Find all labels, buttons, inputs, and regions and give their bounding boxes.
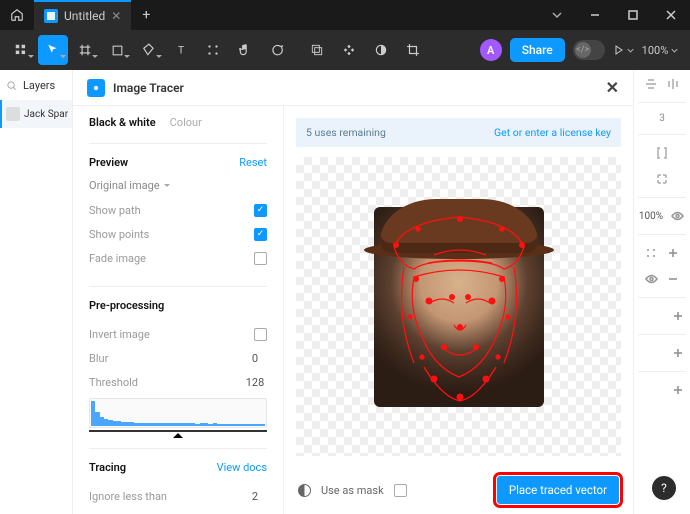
layers-panel: Layers Jack Spar	[0, 70, 73, 514]
reset-link[interactable]: Reset	[239, 156, 267, 169]
crop-tool[interactable]	[398, 35, 428, 65]
license-link[interactable]: Get or enter a license key	[494, 126, 611, 139]
show-path-label: Show path	[89, 204, 141, 217]
main-menu-button[interactable]	[6, 35, 36, 65]
eye-icon[interactable]	[669, 208, 685, 224]
text-tool[interactable]: T	[166, 35, 196, 65]
layer-name: Jack Spar	[24, 109, 68, 120]
traced-image	[374, 207, 544, 407]
svg-text:T: T	[178, 44, 185, 57]
threshold-slider[interactable]	[89, 430, 267, 432]
view-docs-link[interactable]: View docs	[217, 461, 267, 474]
tab-title: Untitled	[64, 9, 105, 23]
window-maximize[interactable]	[614, 0, 652, 30]
opacity-value[interactable]: 100%	[639, 211, 663, 222]
frame-tool[interactable]	[70, 35, 100, 65]
tracer-icon	[87, 79, 105, 97]
document-tab[interactable]: Untitled ✕	[34, 0, 131, 30]
bracket-icon[interactable]	[654, 145, 670, 161]
blur-label: Blur	[89, 352, 108, 365]
preview-pane: 5 uses remaining Get or enter a license …	[283, 106, 633, 514]
mask-mode-icon	[298, 484, 311, 497]
resources-tool[interactable]	[198, 35, 228, 65]
trace-overlay-icon	[374, 207, 544, 407]
original-image-dropdown[interactable]: Original image	[89, 179, 267, 192]
present-button[interactable]	[613, 44, 634, 56]
license-remaining: 5 uses remaining	[306, 126, 386, 139]
boolean-tool[interactable]	[302, 35, 332, 65]
dev-mode-toggle[interactable]: </>	[573, 40, 605, 60]
num-value: 3	[659, 113, 665, 124]
doc-icon	[44, 9, 58, 23]
preview-section-title: Preview	[89, 156, 128, 169]
window-minimize[interactable]	[576, 0, 614, 30]
threshold-label: Threshold	[89, 376, 138, 389]
dots-icon[interactable]	[643, 245, 659, 261]
threshold-value[interactable]: 128	[243, 376, 267, 389]
close-tab-icon[interactable]: ✕	[111, 9, 121, 23]
plus-icon-2[interactable]	[670, 308, 686, 324]
plus-icon[interactable]	[665, 245, 681, 261]
hand-tool[interactable]	[230, 35, 260, 65]
image-tracer-modal: Image Tracer ✕ Black & white Colour Prev…	[73, 70, 633, 514]
place-traced-vector-button[interactable]: Place traced vector	[497, 476, 619, 504]
align-icon-2[interactable]	[665, 76, 681, 92]
use-as-mask-checkbox[interactable]	[394, 484, 407, 497]
plus-icon-4[interactable]	[670, 382, 686, 398]
properties-panel: 3 100%	[633, 70, 690, 514]
layer-thumb-icon	[6, 107, 20, 121]
tracer-settings: Black & white Colour Preview Reset Origi…	[73, 106, 283, 514]
comment-tool[interactable]	[262, 35, 292, 65]
layer-item[interactable]: Jack Spar	[0, 100, 72, 128]
mode-tab-bw[interactable]: Black & white	[89, 116, 156, 129]
share-button[interactable]: Share	[510, 38, 565, 62]
mask-tool[interactable]	[366, 35, 396, 65]
tracing-title: Tracing	[89, 461, 126, 474]
window-close[interactable]	[652, 0, 690, 30]
preview-canvas	[296, 157, 621, 456]
fade-image-checkbox[interactable]	[254, 252, 267, 265]
help-button[interactable]: ?	[652, 476, 676, 500]
use-as-mask-label: Use as mask	[321, 484, 384, 497]
ignore-label: Ignore less than	[89, 490, 167, 503]
blur-value[interactable]: 0	[243, 352, 267, 365]
toolbar: T A Share </> 100%	[0, 30, 690, 70]
minus-icon[interactable]	[665, 271, 681, 287]
histogram	[89, 398, 267, 428]
layers-title: Layers	[23, 79, 55, 92]
new-tab-button[interactable]: +	[131, 0, 161, 30]
align-icon[interactable]	[643, 76, 659, 92]
title-bar: Untitled ✕ +	[0, 0, 690, 30]
user-avatar[interactable]: A	[480, 39, 502, 61]
preprocessing-title: Pre-processing	[89, 299, 164, 312]
license-bar: 5 uses remaining Get or enter a license …	[296, 118, 621, 147]
fade-image-label: Fade image	[89, 252, 146, 265]
mode-tab-colour[interactable]: Colour	[170, 116, 202, 129]
plus-icon-3[interactable]	[670, 345, 686, 361]
shape-tool[interactable]	[102, 35, 132, 65]
move-tool[interactable]	[38, 35, 68, 65]
show-points-checkbox[interactable]	[254, 228, 267, 241]
component-tool[interactable]	[334, 35, 364, 65]
show-points-label: Show points	[89, 228, 149, 241]
show-path-checkbox[interactable]	[254, 204, 267, 217]
invert-image-label: Invert image	[89, 328, 150, 341]
modal-close-button[interactable]: ✕	[606, 78, 619, 97]
corner-icon[interactable]	[654, 171, 670, 187]
eye-icon-2[interactable]	[643, 271, 659, 287]
layers-header[interactable]: Layers	[0, 70, 72, 100]
home-button[interactable]	[0, 0, 34, 30]
ignore-value[interactable]: 2	[243, 490, 267, 503]
modal-title: Image Tracer	[113, 81, 184, 95]
window-chevron[interactable]	[538, 0, 576, 30]
pen-tool[interactable]	[134, 35, 164, 65]
zoom-dropdown[interactable]: 100%	[642, 44, 678, 57]
invert-image-checkbox[interactable]	[254, 328, 267, 341]
